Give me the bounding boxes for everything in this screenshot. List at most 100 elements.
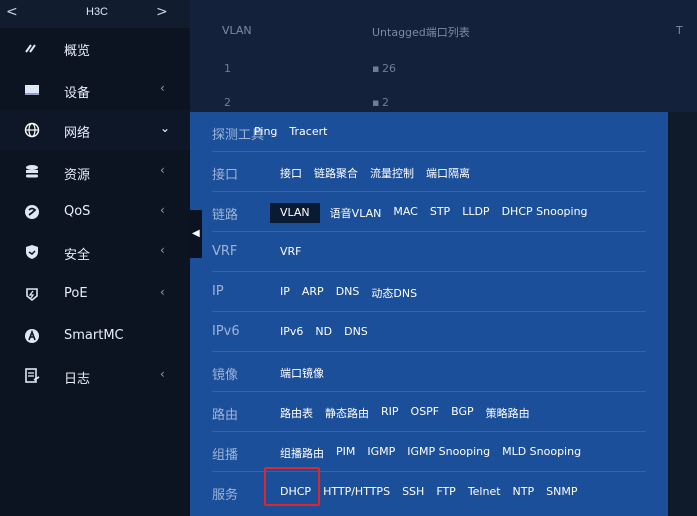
menu-item-ospf[interactable]: OSPF <box>411 403 440 423</box>
log-icon <box>25 368 40 383</box>
menu-row: 探测工具 Ping Tracert <box>190 112 668 152</box>
poe-icon <box>26 288 38 302</box>
sidebar-item-qos[interactable]: QoS ‹ <box>0 192 190 232</box>
menu-item-lldp[interactable]: LLDP <box>462 203 489 223</box>
menu-item-dns[interactable]: DNS <box>336 283 360 303</box>
table-cell-untagged: 26 <box>382 62 396 75</box>
menu-item-dhcp-snooping[interactable]: DHCP Snooping <box>502 203 588 223</box>
table-cell-untagged: 2 <box>382 96 389 109</box>
menu-item-vrf[interactable]: VRF <box>280 243 302 260</box>
menu-category: 链路 <box>212 208 239 223</box>
column-header-vlan: VLAN <box>222 24 252 37</box>
menu-row: 路由 路由表 静态路由 RIP OSPF BGP 策略路由 <box>190 392 668 432</box>
sidebar-item-label: 日志 <box>64 372 91 387</box>
menu-row: 接口 接口 链路聚合 流量控制 端口隔离 <box>190 152 668 192</box>
menu-row: 服务 DHCP HTTP/HTTPS SSH FTP Telnet NTP SN… <box>190 472 668 512</box>
menu-item-stp[interactable]: STP <box>430 203 450 223</box>
menu-item-flow-control[interactable]: 流量控制 <box>370 163 414 183</box>
sidebar-item-label: 安全 <box>64 248 91 263</box>
menu-category: 接口 <box>212 168 239 183</box>
shield-icon <box>26 245 38 259</box>
device-icon <box>25 85 39 95</box>
menu-item-voice-vlan[interactable]: 语音VLAN <box>330 203 382 223</box>
port-icon: ▪ <box>372 96 380 109</box>
menu-item-rip[interactable]: RIP <box>381 403 399 423</box>
menu-category: VRF <box>212 244 238 259</box>
menu-item-port-isolation[interactable]: 端口隔离 <box>426 163 470 183</box>
sidebar-item-security[interactable]: 安全 ‹ <box>0 232 190 272</box>
menu-category: IP <box>212 284 224 299</box>
smartmc-icon <box>25 329 39 343</box>
menu-item-port-mirroring[interactable]: 端口镜像 <box>280 363 324 383</box>
port-icon: ▪ <box>372 62 380 75</box>
menu-item-igmp-snooping[interactable]: IGMP Snooping <box>407 443 490 463</box>
sidebar-item-label: 网络 <box>64 126 91 141</box>
chevron-left-icon: ‹ <box>160 203 165 217</box>
menu-category: IPv6 <box>212 324 240 339</box>
chevron-left-icon: ‹ <box>160 367 165 381</box>
sidebar-item-resource[interactable]: 资源 ‹ <box>0 152 190 192</box>
speedometer-icon <box>25 44 36 53</box>
sidebar-item-poe[interactable]: PoE ‹ <box>0 274 190 314</box>
menu-row: 链路 VLAN 语音VLAN MAC STP LLDP DHCP Snoopin… <box>190 192 668 232</box>
column-header-tagged: T <box>676 24 683 37</box>
sidebar-item-label: QoS <box>64 204 91 219</box>
menu-item-tracert[interactable]: Tracert <box>289 123 327 140</box>
menu-item-policy-routing[interactable]: 策略路由 <box>486 403 530 423</box>
menu-item-http-https[interactable]: HTTP/HTTPS <box>323 483 390 500</box>
menu-item-ipv6[interactable]: IPv6 <box>280 323 303 340</box>
menu-item-multicast-routing[interactable]: 组播路由 <box>280 443 324 463</box>
menu-item-pim[interactable]: PIM <box>336 443 355 463</box>
menu-item-ntp[interactable]: NTP <box>513 483 535 500</box>
forward-arrow-icon[interactable]: > <box>156 4 168 20</box>
menu-category: 组播 <box>212 448 239 463</box>
sidebar-item-label: 概览 <box>64 44 91 59</box>
menu-category: 服务 <box>212 488 239 503</box>
menu-item-igmp[interactable]: IGMP <box>367 443 395 463</box>
database-icon <box>26 165 38 178</box>
menu-item-bgp[interactable]: BGP <box>451 403 474 423</box>
vlan-table: VLAN Untagged端口列表 1 ▪ 26 2 ▪ 2 <box>190 0 697 112</box>
menu-item-mac[interactable]: MAC <box>393 203 418 223</box>
menu-item-dns-v6[interactable]: DNS <box>344 323 368 340</box>
collapse-menu-button[interactable]: ◀ <box>190 210 202 258</box>
sidebar-item-device[interactable]: 设备 ‹ <box>0 70 190 110</box>
menu-item-link-aggregation[interactable]: 链路聚合 <box>314 163 358 183</box>
menu-item-dynamic-dns[interactable]: 动态DNS <box>371 283 417 303</box>
menu-item-ip[interactable]: IP <box>280 283 290 303</box>
menu-item-static-routing[interactable]: 静态路由 <box>325 403 369 423</box>
menu-row: 镜像 端口镜像 <box>190 352 668 392</box>
menu-item-nd[interactable]: ND <box>315 323 332 340</box>
menu-item-mld-snooping[interactable]: MLD Snooping <box>502 443 581 463</box>
brand-logo: H3C <box>86 6 109 18</box>
menu-item-arp[interactable]: ARP <box>302 283 324 303</box>
menu-item-ping[interactable]: Ping <box>254 123 277 140</box>
menu-item-telnet[interactable]: Telnet <box>468 483 501 500</box>
menu-item-ftp[interactable]: FTP <box>436 483 456 500</box>
chevron-left-icon: ‹ <box>160 243 165 257</box>
back-arrow-icon[interactable]: < <box>6 4 18 20</box>
table-cell-vlan: 2 <box>224 96 231 109</box>
sidebar-item-log[interactable]: 日志 ‹ <box>0 356 190 396</box>
column-header-untagged: Untagged端口列表 <box>372 26 470 39</box>
menu-item-ssh[interactable]: SSH <box>402 483 424 500</box>
menu-item-interface[interactable]: 接口 <box>280 163 302 183</box>
menu-item-vlan[interactable]: VLAN <box>270 203 320 223</box>
sidebar-item-smartmc[interactable]: SmartMC <box>0 316 190 356</box>
menu-category: 镜像 <box>212 368 239 383</box>
menu-row: IPv6 IPv6 ND DNS <box>190 312 668 352</box>
menu-row: VRF VRF <box>190 232 668 272</box>
sidebar-item-label: 设备 <box>64 86 91 101</box>
chevron-down-icon: ⌄ <box>160 121 171 135</box>
menu-category: 路由 <box>212 408 239 423</box>
sidebar-item-label: PoE <box>64 286 88 301</box>
sidebar-item-overview[interactable]: 概览 <box>0 28 190 68</box>
table-cell-vlan: 1 <box>224 62 231 75</box>
sidebar-item-label: SmartMC <box>64 328 124 343</box>
menu-item-routing-table[interactable]: 路由表 <box>280 403 313 423</box>
chevron-left-icon: ‹ <box>160 163 165 177</box>
sidebar-item-network[interactable]: 网络 ⌄ <box>0 110 190 150</box>
network-menu-panel: 探测工具 Ping Tracert 接口 接口 链路聚合 流量控制 端口隔离 链… <box>190 112 668 516</box>
highlight-box <box>264 467 320 506</box>
menu-item-snmp[interactable]: SNMP <box>546 483 577 500</box>
